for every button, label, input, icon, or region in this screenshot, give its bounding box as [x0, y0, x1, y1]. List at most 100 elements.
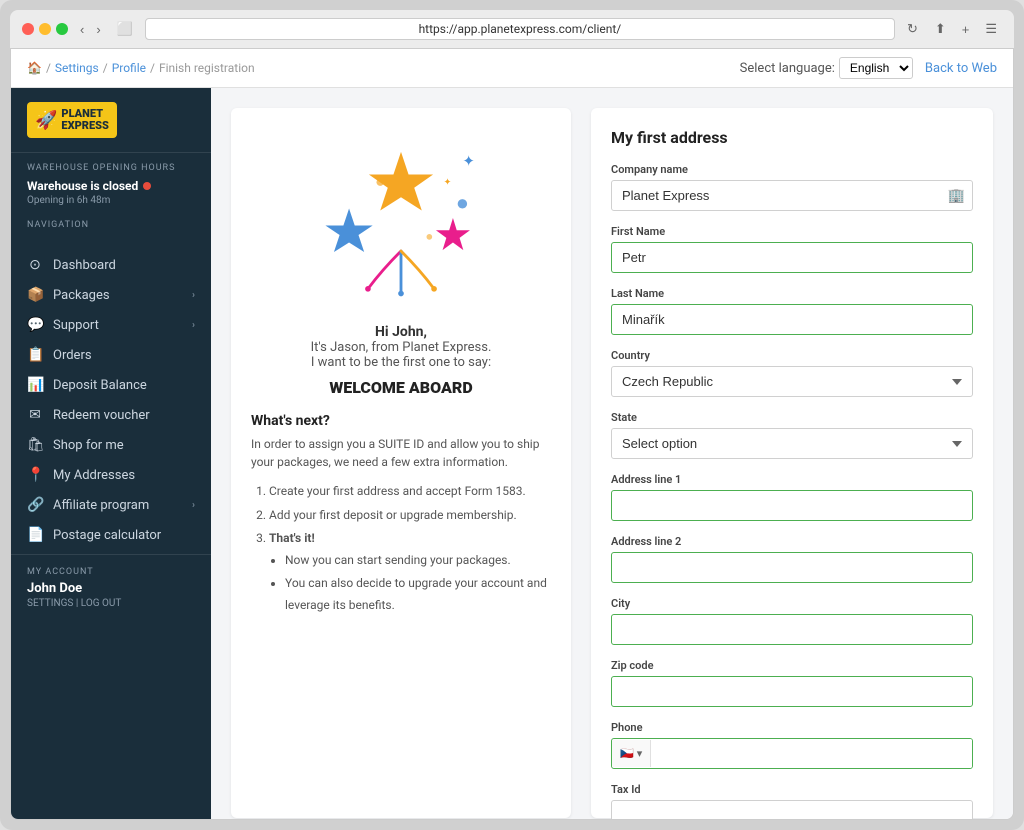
address1-group: Address line 1 — [611, 473, 973, 521]
substep-2: You can also decide to upgrade your acco… — [285, 573, 551, 616]
packages-icon: 📦 — [27, 287, 43, 303]
sidebar-item-affiliate[interactable]: 🔗 Affiliate program › — [11, 490, 211, 520]
welcome-text: Hi John, It's Jason, from Planet Express… — [251, 324, 551, 370]
affiliate-icon: 🔗 — [27, 497, 43, 513]
city-group: City — [611, 597, 973, 645]
tax-input[interactable] — [611, 800, 973, 820]
sidebar-item-packages[interactable]: 📦 Packages › — [11, 280, 211, 310]
phone-flag[interactable]: 🇨🇿 ▾ — [612, 740, 651, 767]
country-select[interactable]: Czech Republic — [611, 366, 973, 397]
warehouse-section-title: WAREHOUSE OPENING HOURS — [27, 163, 195, 173]
deposit-icon: 📊 — [27, 377, 43, 393]
close-button[interactable] — [22, 23, 34, 35]
company-icon: 🏢 — [948, 188, 965, 204]
language-dropdown[interactable]: English — [839, 57, 913, 79]
sidebar-item-shop[interactable]: 🛍 Shop for me — [11, 430, 211, 460]
last-name-input[interactable] — [611, 304, 973, 335]
share-button[interactable]: ⬆ — [930, 19, 951, 39]
back-button[interactable]: ‹ — [76, 20, 88, 39]
greeting-from: It's Jason, from Planet Express. — [251, 340, 551, 355]
logo-icon: 🚀 — [35, 110, 57, 131]
welcome-card: ✦ ✦ — [231, 108, 571, 818]
chevron-right-icon: › — [192, 290, 195, 301]
redeem-icon: ✉ — [27, 407, 43, 423]
chevron-right-icon: › — [192, 320, 195, 331]
warehouse-time: Opening in 6h 48m — [27, 195, 195, 206]
first-name-group: First Name — [611, 225, 973, 273]
tax-group: Tax Id — [611, 783, 973, 820]
tax-label: Tax Id — [611, 783, 973, 796]
breadcrumb-settings[interactable]: Settings — [55, 61, 99, 75]
sidebar-item-label: Affiliate program — [53, 498, 149, 513]
first-name-label: First Name — [611, 225, 973, 238]
address2-label: Address line 2 — [611, 535, 973, 548]
last-name-label: Last Name — [611, 287, 973, 300]
phone-input[interactable] — [651, 739, 972, 768]
chevron-right-icon: › — [192, 500, 195, 511]
postage-icon: 📄 — [27, 527, 43, 543]
last-name-group: Last Name — [611, 287, 973, 335]
sidebar-item-label: My Addresses — [53, 468, 135, 483]
address2-group: Address line 2 — [611, 535, 973, 583]
company-name-group: Company name 🏢 — [611, 163, 973, 211]
greeting-name: Hi John, — [251, 324, 551, 340]
zip-input[interactable] — [611, 676, 973, 707]
tab-icon: ⬜ — [113, 19, 137, 39]
state-group: State Select option — [611, 411, 973, 459]
step-1: Create your first address and accept For… — [269, 481, 551, 503]
zip-group: Zip code — [611, 659, 973, 707]
sidebar-item-label: Redeem voucher — [53, 408, 150, 423]
step-3: That's it! Now you can start sending you… — [269, 528, 551, 616]
sidebar-logo: 🚀 PLANET EXPRESS — [11, 88, 211, 153]
status-dot — [143, 182, 151, 190]
sidebar-item-addresses[interactable]: 📍 My Addresses — [11, 460, 211, 490]
phone-label: Phone — [611, 721, 973, 734]
nav-menu: ⊙ Dashboard 📦 Packages › 💬 Support › — [11, 240, 211, 554]
breadcrumb-home[interactable]: 🏠 — [27, 61, 42, 75]
address2-input[interactable] — [611, 552, 973, 583]
language-label: Select language: — [740, 61, 835, 76]
account-section: MY ACCOUNT John Doe SETTINGS | LOG OUT — [11, 554, 211, 621]
city-input[interactable] — [611, 614, 973, 645]
phone-separator: ▾ — [637, 747, 643, 760]
settings-link[interactable]: SETTINGS — [27, 598, 73, 609]
add-tab-button[interactable]: + — [957, 19, 975, 39]
city-label: City — [611, 597, 973, 610]
breadcrumb-profile[interactable]: Profile — [112, 61, 146, 75]
sidebar-item-dashboard[interactable]: ⊙ Dashboard — [11, 250, 211, 280]
warehouse-status: Warehouse is closed — [27, 179, 195, 193]
whats-next-desc: In order to assign you a SUITE ID and al… — [251, 435, 551, 471]
state-select[interactable]: Select option — [611, 428, 973, 459]
sidebar-item-redeem[interactable]: ✉ Redeem voucher — [11, 400, 211, 430]
sidebar-item-deposit[interactable]: 📊 Deposit Balance — [11, 370, 211, 400]
sidebar-toggle-button[interactable]: ☰ — [980, 19, 1002, 39]
country-label: Country — [611, 349, 973, 362]
sidebar-item-support[interactable]: 💬 Support › — [11, 310, 211, 340]
account-name: John Doe — [27, 581, 195, 596]
form-card: My first address Company name 🏢 First Na… — [591, 108, 993, 818]
first-name-input[interactable] — [611, 242, 973, 273]
welcome-illustration: ✦ ✦ — [251, 128, 551, 308]
address1-input[interactable] — [611, 490, 973, 521]
logout-link[interactable]: LOG OUT — [81, 598, 122, 609]
sidebar-item-label: Orders — [53, 348, 92, 363]
sidebar-item-orders[interactable]: 📋 Orders — [11, 340, 211, 370]
svg-text:✦: ✦ — [444, 177, 452, 188]
breadcrumb: 🏠 / Settings / Profile / Finish registra… — [27, 61, 255, 75]
maximize-button[interactable] — [56, 23, 68, 35]
sidebar-item-postage[interactable]: 📄 Postage calculator — [11, 520, 211, 550]
company-name-label: Company name — [611, 163, 973, 176]
refresh-button[interactable]: ↻ — [903, 19, 922, 39]
company-name-input[interactable] — [611, 180, 973, 211]
sidebar-item-label: Support — [53, 318, 99, 333]
logo-text: PLANET EXPRESS — [61, 108, 108, 132]
greeting-first: I want to be the first one to say: — [251, 355, 551, 370]
minimize-button[interactable] — [39, 23, 51, 35]
forward-button[interactable]: › — [92, 20, 104, 39]
address-bar[interactable]: https://app.planetexpress.com/client/ — [145, 18, 895, 40]
sidebar-item-label: Deposit Balance — [53, 378, 147, 393]
back-to-web-link[interactable]: Back to Web — [925, 61, 997, 76]
sidebar-item-label: Dashboard — [53, 258, 116, 273]
content-area: ✦ ✦ — [211, 88, 1013, 820]
step-2: Add your first deposit or upgrade member… — [269, 505, 551, 527]
